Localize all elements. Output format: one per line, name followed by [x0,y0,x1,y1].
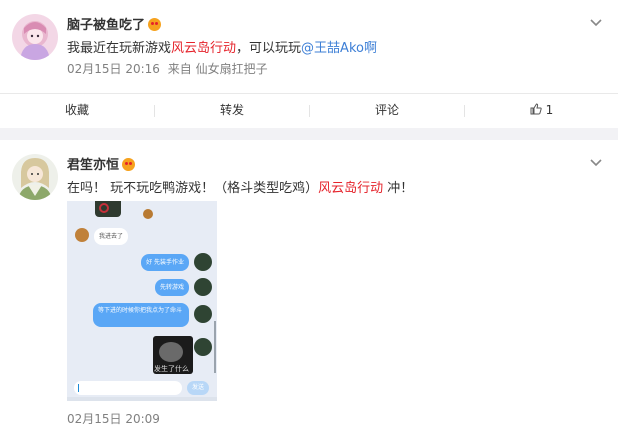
chat-scrollbar [214,321,216,373]
chat-avatar [75,228,89,242]
chat-bubble-outgoing: 好 先装手作业 [141,254,189,271]
action-bar: 收藏 转发 评论 1 [0,93,618,128]
chevron-down-icon[interactable] [588,157,604,169]
post-image[interactable]: 我进去了 好 先装手作业 先转游戏 等下进的时候你把我点为了命斗 发生了什么 发… [67,201,217,401]
chat-badge [143,209,153,219]
chat-photo: 发生了什么 [153,336,193,374]
post-time[interactable]: 02月15日 20:16 [67,62,160,76]
game-link[interactable]: 风云岛行动 [318,181,383,196]
chat-bubble-outgoing: 先转游戏 [154,279,189,296]
photo-shade [159,342,183,362]
chat-avatar [194,253,212,271]
post-meta: 02月15日 20:16 来自 仙女扇扛把子 [67,62,268,76]
like-button[interactable]: 1 [465,94,618,128]
chat-avatar [194,278,212,296]
chat-avatar [194,338,212,356]
user-avatar[interactable] [12,154,58,200]
vip-badge-icon [122,158,136,171]
favorite-button[interactable]: 收藏 [0,94,154,128]
post-card: 脑子被鱼吃了 我最近在玩新游戏风云岛行动，可以玩玩@王喆Ako啊 02月15日 … [0,0,618,128]
username[interactable]: 脑子被鱼吃了 [67,14,162,33]
post-meta: 02月15日 20:09 [67,410,160,427]
text-cursor [78,384,79,392]
user-mention[interactable]: @王喆Ako啊 [301,41,377,56]
chat-input [74,381,182,395]
username[interactable]: 君笙亦恒 [67,154,136,173]
chat-emblem [99,203,109,213]
like-count: 1 [545,103,554,117]
post-card: 君笙亦恒 在吗！ 玩不玩吃鸭游戏！（格斗类型吃鸡）风云岛行动 冲！ 我进去了 好… [0,140,618,433]
chat-toolbar [67,397,217,401]
chat-bubble-outgoing: 等下进的时候你把我点为了命斗 [93,303,189,327]
post-text: 在吗！ 玩不玩吃鸭游戏！（格斗类型吃鸡）风云岛行动 冲！ [67,181,414,196]
user-avatar[interactable] [12,14,58,60]
chevron-down-icon[interactable] [588,17,604,29]
post-text: 我最近在玩新游戏风云岛行动，可以玩玩@王喆Ako啊 [67,41,377,56]
post-time[interactable]: 02月15日 20:09 [67,412,160,426]
thumbs-up-icon [530,103,542,115]
game-link[interactable]: 风云岛行动 [171,41,236,56]
chat-avatar [194,305,212,323]
vip-badge-icon [148,18,162,31]
repost-button[interactable]: 转发 [155,94,309,128]
post-source[interactable]: 仙女扇扛把子 [196,62,268,76]
chat-send-button: 发送 [187,381,209,395]
chat-bubble-incoming: 我进去了 [94,228,129,245]
photo-caption: 发生了什么 [154,365,189,373]
comment-button[interactable]: 评论 [310,94,464,128]
